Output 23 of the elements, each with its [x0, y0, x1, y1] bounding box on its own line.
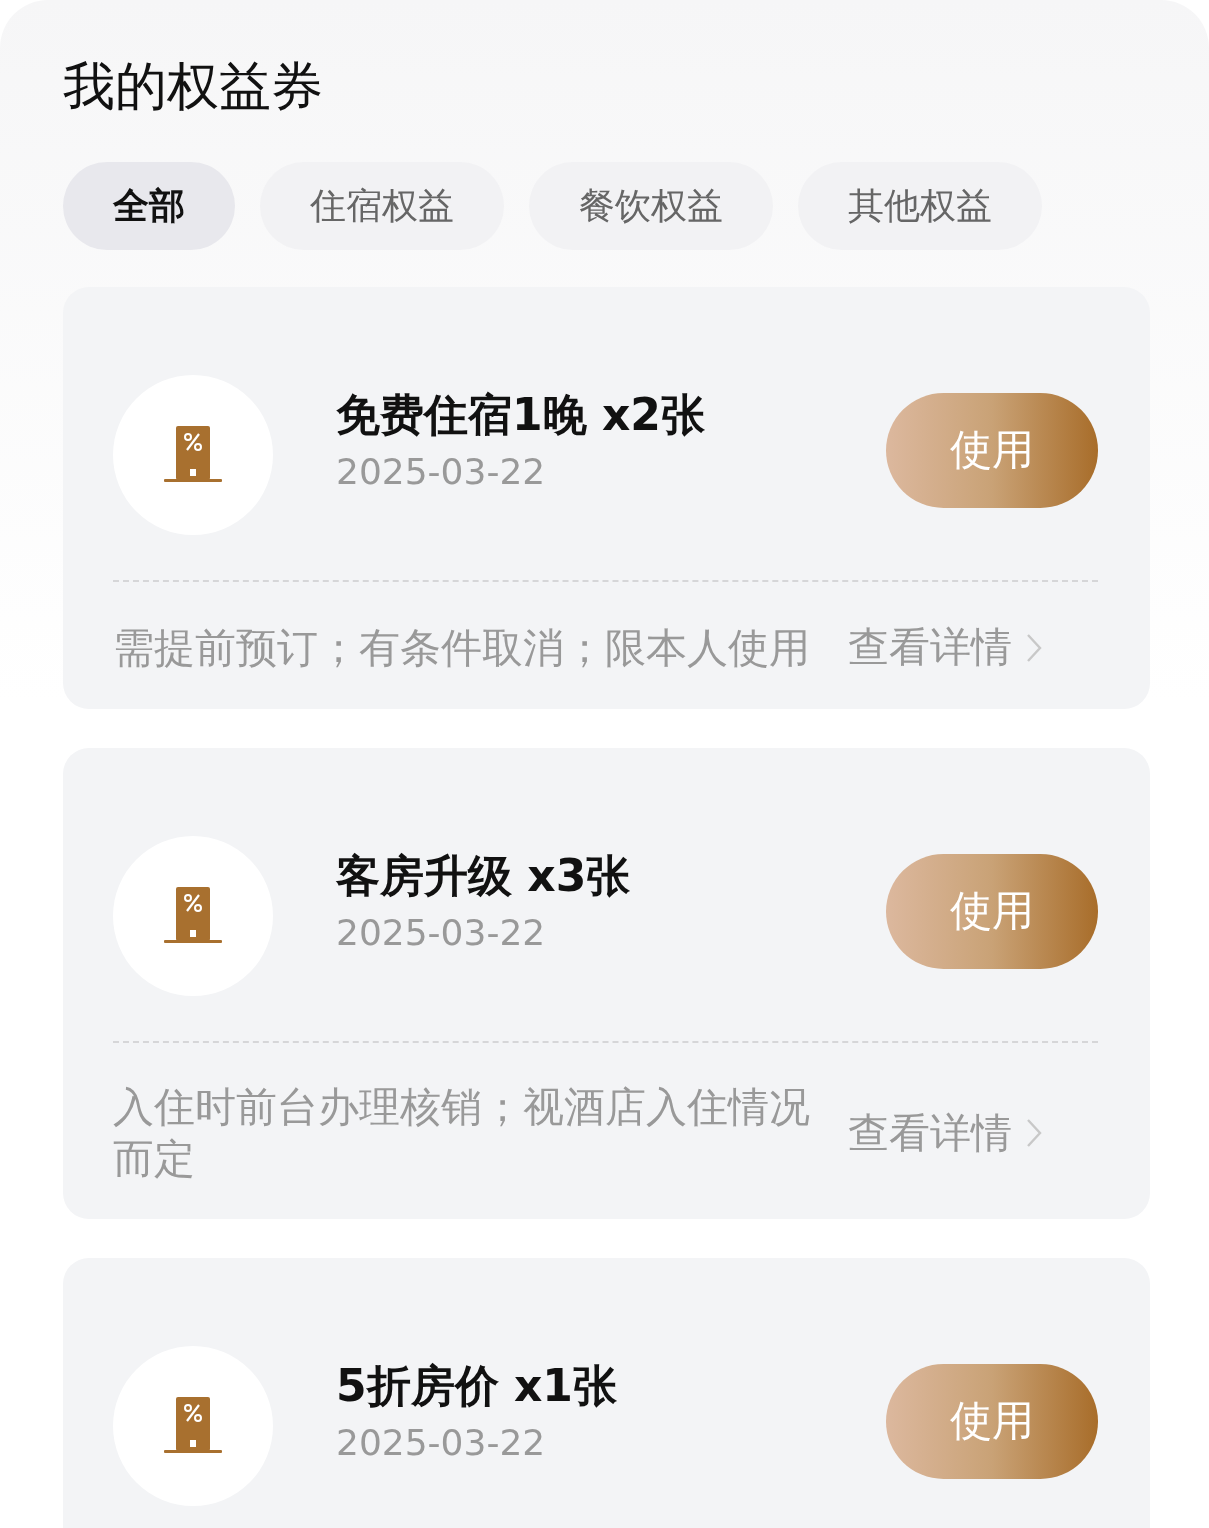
use-button[interactable]: 使用: [886, 853, 1098, 969]
filter-tab[interactable]: 住宿权益: [260, 162, 504, 250]
chevron-right-icon: [1026, 632, 1042, 663]
coupon-date: 2025-03-22: [336, 451, 546, 492]
hotel-discount-icon: [164, 1397, 222, 1455]
coupon-title: 5折房价 x1张: [336, 1359, 617, 1413]
coupon-date: 2025-03-22: [336, 912, 546, 953]
filter-tab[interactable]: 其他权益: [798, 162, 1042, 250]
filter-tab[interactable]: 餐饮权益: [529, 162, 773, 250]
use-button[interactable]: 使用: [886, 1363, 1098, 1479]
coupon-title: 客房升级 x3张: [336, 849, 631, 903]
coupon-terms: 入住时前台办理核销；视酒店入住情况而定: [113, 1082, 811, 1185]
use-button[interactable]: 使用: [886, 392, 1098, 508]
chevron-right-icon: [1026, 1118, 1042, 1148]
coupon-date: 2025-03-22: [336, 1422, 546, 1463]
hotel-discount-icon: [164, 426, 222, 484]
view-details-link[interactable]: 查看详情: [848, 1105, 1012, 1161]
view-details-link[interactable]: 查看详情: [848, 620, 1012, 675]
filter-tab[interactable]: 全部: [63, 162, 235, 250]
coupon-terms: 需提前预订；有条件取消；限本人使用: [113, 622, 811, 674]
hotel-discount-icon: [164, 887, 222, 945]
page-title: 我的权益券: [63, 55, 323, 118]
coupon-title: 免费住宿1晚 x2张: [336, 388, 705, 442]
